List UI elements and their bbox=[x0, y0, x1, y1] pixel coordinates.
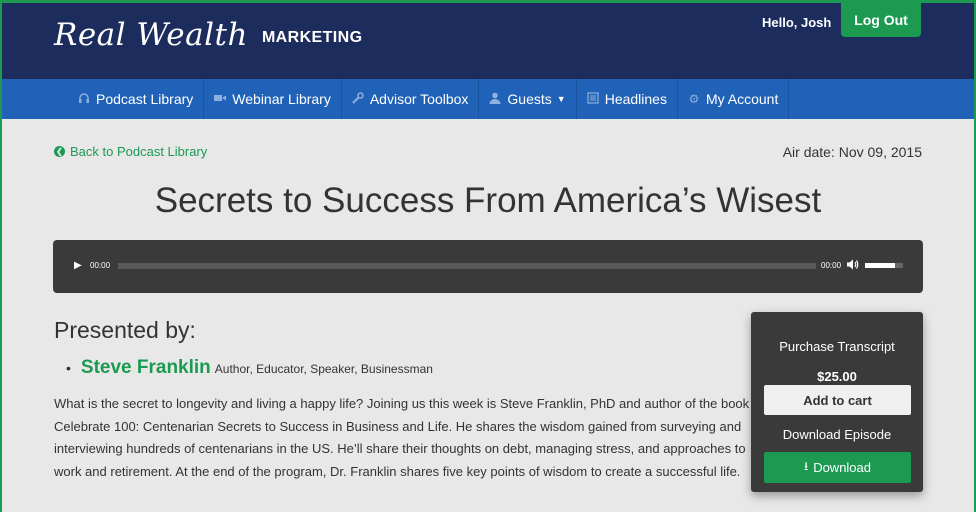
nav-item-label: My Account bbox=[705, 91, 779, 107]
headphones-icon bbox=[78, 92, 90, 107]
nav-item-webinar-library[interactable]: Webinar Library bbox=[204, 79, 342, 119]
presenter-roles: Author, Educator, Speaker, Businessman bbox=[214, 362, 433, 376]
nav-item-label: Podcast Library bbox=[96, 91, 194, 107]
purchase-transcript-title: Purchase Transcript bbox=[779, 339, 895, 354]
wrench-icon bbox=[352, 91, 364, 107]
nav-item-label: Advisor Toolbox bbox=[369, 91, 469, 107]
nav-item-label: Webinar Library bbox=[232, 91, 331, 107]
nav-item-my-account[interactable]: ⚙ My Account bbox=[678, 79, 790, 119]
audio-player: ▶ 00:00 00:00 bbox=[53, 240, 923, 293]
download-button[interactable]: ⭳ Download bbox=[764, 452, 911, 483]
logo-script-text: Real Wealth bbox=[54, 17, 248, 53]
back-to-library-link[interactable]: ❮ Back to Podcast Library bbox=[54, 144, 207, 159]
back-link-label: Back to Podcast Library bbox=[70, 144, 208, 159]
video-camera-icon bbox=[214, 92, 227, 107]
play-icon[interactable]: ▶ bbox=[74, 260, 82, 271]
nav-item-guests[interactable]: Guests ▼ bbox=[479, 79, 577, 119]
download-label: Download bbox=[813, 460, 872, 475]
user-greeting: Hello, Josh bbox=[762, 15, 832, 30]
presented-by-heading: Presented by: bbox=[54, 317, 196, 343]
chevron-left-icon: ❮ bbox=[54, 146, 65, 157]
bullet-icon: • bbox=[66, 360, 71, 376]
transcript-price: $25.00 bbox=[817, 369, 857, 384]
download-icon: ⭳ bbox=[803, 459, 809, 473]
site-header: Real Wealth MARKETING Hello, Josh Log Ou… bbox=[2, 3, 974, 79]
logo[interactable]: Real Wealth MARKETING bbox=[54, 17, 362, 53]
duration: 00:00 bbox=[821, 261, 842, 270]
download-episode-title: Download Episode bbox=[782, 427, 892, 442]
add-to-cart-button[interactable]: Add to cart bbox=[764, 385, 911, 415]
episode-description: What is the secret to longevity and livi… bbox=[54, 396, 750, 479]
caret-down-icon: ▼ bbox=[556, 94, 566, 104]
nav-item-headlines[interactable]: Headlines bbox=[577, 79, 678, 119]
current-time: 00:00 bbox=[90, 261, 111, 270]
user-icon bbox=[489, 92, 501, 107]
volume-icon[interactable] bbox=[847, 259, 859, 273]
newspaper-icon bbox=[587, 91, 599, 107]
nav-item-label: Headlines bbox=[604, 91, 667, 107]
presenter-name-link[interactable]: Steve Franklin bbox=[81, 357, 211, 379]
page-frame: Real Wealth MARKETING Hello, Josh Log Ou… bbox=[2, 3, 974, 512]
nav-item-podcast-library[interactable]: Podcast Library bbox=[68, 79, 205, 119]
logout-button[interactable]: Log Out bbox=[841, 3, 921, 37]
logo-word-text: MARKETING bbox=[261, 29, 363, 46]
purchase-panel: Purchase Transcript $25.00 Add to cart D… bbox=[751, 312, 923, 492]
gear-icon: ⚙ bbox=[688, 92, 700, 106]
progress-track[interactable] bbox=[118, 263, 816, 269]
air-date: Air date: Nov 09, 2015 bbox=[782, 144, 922, 160]
nav-item-advisor-toolbox[interactable]: Advisor Toolbox bbox=[342, 79, 480, 119]
nav-item-label: Guests bbox=[507, 91, 552, 107]
volume-slider[interactable] bbox=[865, 263, 903, 268]
main-nav: Podcast Library Webinar Library Advisor … bbox=[2, 79, 974, 119]
volume-fill bbox=[865, 263, 896, 268]
presenter-item: • Steve Franklin Author, Educator, Speak… bbox=[66, 357, 433, 379]
episode-title: Secrets to Success From America’s Wisest bbox=[154, 181, 822, 220]
